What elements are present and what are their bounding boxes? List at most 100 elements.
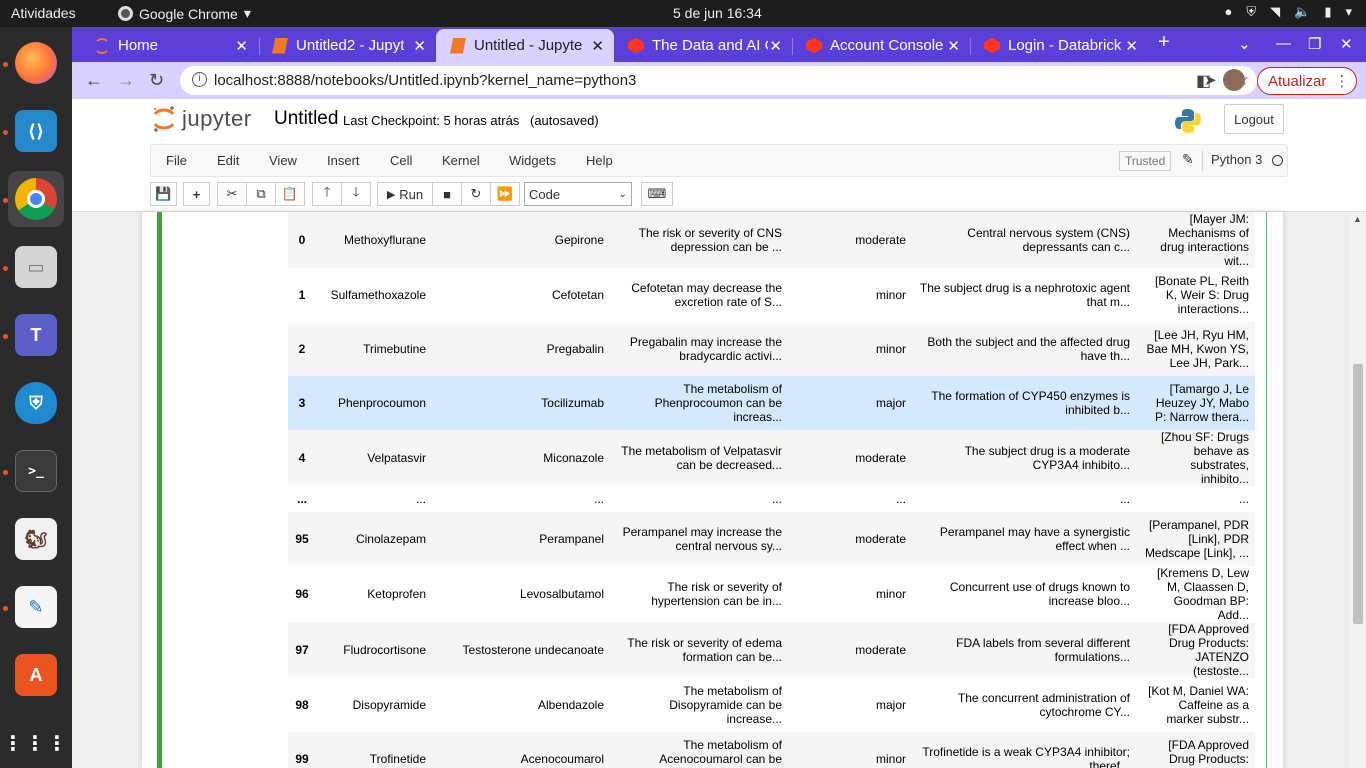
fast-forward-icon: ⏩ bbox=[496, 186, 514, 201]
close-icon[interactable]: ✕ bbox=[769, 37, 782, 55]
close-window-button[interactable]: ✕ bbox=[1340, 35, 1353, 53]
tab-title: Login - Databrick bbox=[1008, 37, 1122, 54]
restart-button[interactable]: ↻ bbox=[461, 182, 491, 206]
accessibility-icon[interactable]: ● bbox=[1225, 4, 1233, 20]
move-up-button[interactable]: 🡑 bbox=[312, 182, 342, 206]
software-launcher[interactable]: A bbox=[8, 647, 64, 703]
vscode-launcher[interactable]: ⟨⟩ bbox=[8, 103, 64, 159]
scrollbar-thumb[interactable] bbox=[1353, 364, 1363, 624]
save-icon: 💾 bbox=[155, 186, 172, 201]
vpn-launcher[interactable]: ⛨ bbox=[8, 375, 64, 431]
forward-button[interactable]: → bbox=[117, 70, 135, 91]
table-cell: Cefotetan may decrease the excretion rat… bbox=[631, 281, 782, 309]
chrome-launcher[interactable] bbox=[8, 171, 64, 227]
checkpoint-status: Last Checkpoint: 5 horas atrás bbox=[343, 113, 520, 128]
update-button[interactable]: Atualizar ⋮ bbox=[1257, 67, 1357, 95]
menu-edit[interactable]: Edit bbox=[217, 153, 239, 168]
table-cell: moderate bbox=[855, 451, 906, 465]
back-button[interactable]: ← bbox=[85, 70, 103, 91]
close-icon[interactable]: ✕ bbox=[413, 37, 426, 55]
terminal-launcher[interactable]: >_ bbox=[8, 443, 64, 499]
dataframe-output: 0 Methoxyflurane Gepirone The risk or sever… bbox=[288, 212, 1255, 768]
restart-icon: ↻ bbox=[470, 186, 482, 201]
show-apps-launcher[interactable]: ⋮⋮⋮ bbox=[3, 715, 67, 768]
cell-type-select[interactable]: Code ⌄ bbox=[524, 182, 632, 206]
maximize-button[interactable]: ❐ bbox=[1308, 35, 1321, 53]
files-launcher[interactable]: ▭ bbox=[8, 239, 64, 295]
table-cell: Cinolazepam bbox=[355, 532, 426, 546]
kernel-name[interactable]: Python 3 bbox=[1211, 152, 1262, 167]
firefox-launcher[interactable] bbox=[8, 35, 64, 91]
url-text[interactable]: localhost:8888/notebooks/Untitled.ipynb?… bbox=[214, 72, 636, 89]
cut-button[interactable]: ✂ bbox=[217, 182, 247, 206]
pencil-icon[interactable]: ✎ bbox=[1182, 151, 1194, 168]
interrupt-button[interactable]: ■ bbox=[432, 182, 462, 206]
activities-button[interactable]: Atividades bbox=[11, 5, 76, 21]
wifi-icon[interactable]: ◥ bbox=[1270, 4, 1280, 20]
table-cell: Both the subject and the affected drug h… bbox=[927, 335, 1130, 363]
text-editor-launcher[interactable]: ✎ bbox=[8, 579, 64, 635]
insert-cell-button[interactable]: + bbox=[183, 182, 210, 206]
vpn-shield-icon[interactable]: ⛨ bbox=[1246, 4, 1256, 20]
menu-file[interactable]: File bbox=[166, 153, 187, 168]
menu-widgets[interactable]: Widgets bbox=[509, 153, 556, 168]
save-button[interactable]: 💾 bbox=[150, 182, 177, 206]
table-cell: minor bbox=[875, 342, 906, 356]
chevron-down-icon[interactable]: ▾ bbox=[1345, 4, 1352, 20]
table-cell: The metabolism of Acenocoumarol can be d… bbox=[659, 738, 782, 768]
menu-view[interactable]: View bbox=[269, 153, 297, 168]
table-row: 99 Trofinetide Acenocoumarol The metabolism… bbox=[288, 732, 1255, 768]
new-tab-button[interactable]: + bbox=[1158, 31, 1170, 54]
menu-kernel[interactable]: Kernel bbox=[442, 153, 480, 168]
browser-tab[interactable]: Untitled2 - Jupyt ✕ bbox=[258, 29, 436, 62]
close-icon[interactable]: ✕ bbox=[235, 37, 248, 55]
databricks-icon bbox=[984, 37, 1000, 54]
minimize-button[interactable]: — bbox=[1276, 35, 1291, 52]
browser-tab[interactable]: Home ✕ bbox=[80, 29, 258, 62]
notebook-name[interactable]: Untitled bbox=[274, 108, 338, 130]
teams-launcher[interactable]: T bbox=[8, 307, 64, 363]
browser-tab-active[interactable]: Untitled - Jupyte ✕ bbox=[436, 29, 614, 62]
table-cell: moderate bbox=[855, 643, 906, 657]
tab-search-button[interactable]: ⌄ bbox=[1238, 35, 1251, 53]
table-cell: The risk or severity of CNS depression c… bbox=[638, 226, 782, 254]
menu-insert[interactable]: Insert bbox=[327, 153, 360, 168]
browser-tab[interactable]: The Data and AI C ✕ bbox=[614, 29, 792, 62]
table-cell: ... bbox=[1119, 492, 1130, 506]
table-cell: Tocilizumab bbox=[541, 396, 604, 410]
restart-run-all-button[interactable]: ⏩ bbox=[490, 182, 520, 206]
browser-tab[interactable]: Login - Databrick ✕ bbox=[970, 29, 1148, 62]
close-icon[interactable]: ✕ bbox=[1125, 37, 1138, 55]
menu-help[interactable]: Help bbox=[586, 153, 613, 168]
table-cell: Perampanel may have a synergistic effect… bbox=[939, 525, 1130, 553]
menu-cell[interactable]: Cell bbox=[390, 153, 412, 168]
trusted-indicator[interactable]: Trusted bbox=[1119, 151, 1172, 171]
dbeaver-launcher[interactable]: 🐿 bbox=[8, 511, 64, 567]
site-info-icon[interactable]: i bbox=[192, 72, 207, 87]
paste-button[interactable]: 📋 bbox=[275, 182, 305, 206]
jupyter-logo[interactable]: jupyter bbox=[152, 105, 252, 133]
clock[interactable]: 5 de jun 16:34 bbox=[673, 5, 762, 21]
scroll-up-arrow[interactable]: ▲ bbox=[1353, 214, 1362, 224]
close-icon[interactable]: ✕ bbox=[947, 37, 960, 55]
app-menu[interactable]: Google Chrome ▾ bbox=[118, 5, 251, 22]
logout-button[interactable]: Logout bbox=[1224, 104, 1284, 134]
system-tray[interactable]: ● ⛨ ◥ 🔈 ▮ ▾ bbox=[1225, 4, 1353, 20]
volume-icon[interactable]: 🔈 bbox=[1294, 4, 1310, 20]
reload-button[interactable]: ↻ bbox=[149, 70, 164, 91]
table-cell: Sulfamethoxazole bbox=[330, 288, 426, 302]
battery-icon[interactable]: ▮ bbox=[1324, 4, 1331, 20]
chrome-icon bbox=[118, 6, 133, 21]
row-index: 98 bbox=[295, 698, 309, 712]
close-icon[interactable]: ✕ bbox=[591, 37, 604, 55]
side-panel-icon[interactable]: ◧ bbox=[1196, 71, 1211, 91]
dbeaver-icon: 🐿 bbox=[15, 518, 57, 560]
address-bar[interactable]: i localhost:8888/notebooks/Untitled.ipyn… bbox=[180, 66, 1257, 95]
command-palette-button[interactable]: ⌨ bbox=[641, 182, 673, 206]
avatar[interactable] bbox=[1223, 69, 1245, 91]
copy-button[interactable]: ⧉ bbox=[246, 182, 276, 206]
move-down-button[interactable]: 🡓 bbox=[341, 182, 371, 206]
run-button[interactable]: ▶ Run bbox=[377, 182, 433, 206]
table-cell: Albendazole bbox=[537, 698, 604, 712]
browser-tab[interactable]: Account Console ✕ bbox=[792, 29, 970, 62]
